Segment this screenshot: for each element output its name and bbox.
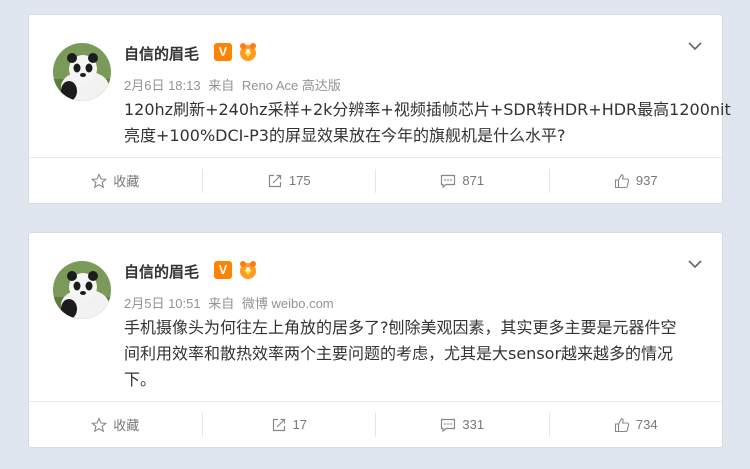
- repost-button[interactable]: 175: [203, 168, 376, 193]
- verified-v-icon: V: [214, 261, 232, 279]
- source-prefix: 来自: [208, 296, 235, 311]
- post-card: 自信的眉毛 V 2月6日 18:13 来自 Reno Ace 高达版 120hz…: [28, 14, 731, 204]
- content-line: 下。: [124, 370, 157, 389]
- star-icon: [91, 172, 108, 188]
- favorite-label: 收藏: [113, 174, 140, 189]
- avatar[interactable]: [53, 261, 111, 319]
- comment-icon: [441, 418, 456, 432]
- post-card: 自信的眉毛 V 2月5日 10:51 来自 微博 weibo.com 手机摄像头…: [28, 232, 723, 448]
- comment-button[interactable]: 871: [376, 168, 550, 193]
- action-bar: 收藏 175 871 937: [29, 157, 722, 203]
- thumbs-up-icon: [614, 417, 630, 432]
- author-name[interactable]: 自信的眉毛: [124, 261, 199, 282]
- favorite-button[interactable]: 收藏: [29, 412, 203, 437]
- star-icon: [91, 416, 108, 432]
- avatar[interactable]: [53, 43, 111, 101]
- author-name[interactable]: 自信的眉毛: [124, 43, 199, 64]
- action-bar: 收藏 17 331 734: [29, 401, 722, 447]
- repost-count: 175: [288, 173, 311, 188]
- post-content: 120hz刷新+240hz采样+2k分辨率+视频插帧芯片+SDR转HDR+HDR…: [124, 97, 731, 149]
- post-source: 微博 weibo.com: [241, 296, 334, 311]
- chevron-down-icon[interactable]: [686, 255, 704, 273]
- fan-badge-icon: [240, 261, 256, 279]
- favorite-button[interactable]: 收藏: [29, 168, 203, 193]
- comment-icon: [441, 174, 456, 188]
- thumbs-up-icon: [614, 173, 630, 188]
- comment-button[interactable]: 331: [376, 412, 550, 437]
- source-prefix: 来自: [208, 78, 235, 93]
- post-source: Reno Ace 高达版: [241, 78, 341, 93]
- repost-icon: [268, 174, 281, 187]
- repost-button[interactable]: 17: [203, 412, 376, 437]
- like-button[interactable]: 937: [550, 169, 723, 193]
- favorite-label: 收藏: [113, 418, 140, 433]
- chevron-down-icon[interactable]: [686, 37, 704, 55]
- post-date[interactable]: 2月5日 10:51: [124, 296, 201, 311]
- comment-count: 331: [462, 417, 485, 432]
- verified-v-icon: V: [214, 43, 232, 61]
- comment-count: 871: [462, 173, 485, 188]
- panda-avatar-image: [53, 261, 111, 319]
- post-content: 手机摄像头为何往左上角放的居多了?刨除美观因素，其实更多主要是元器件空 间利用效…: [124, 315, 714, 393]
- repost-icon: [272, 418, 285, 431]
- content-line: 手机摄像头为何往左上角放的居多了?刨除美观因素，其实更多主要是元器件空: [124, 318, 677, 337]
- weibo-feed: 自信的眉毛 V 2月6日 18:13 来自 Reno Ace 高达版 120hz…: [0, 0, 750, 469]
- content-line: 间利用效率和散热效率两个主要问题的考虑，尤其是大sensor越来越多的情况: [124, 344, 674, 363]
- like-count: 734: [635, 417, 658, 432]
- fan-badge-icon: [240, 43, 256, 61]
- like-count: 937: [635, 173, 658, 188]
- panda-avatar-image: [53, 43, 111, 101]
- post-meta: 2月5日 10:51 来自 微博 weibo.com: [124, 293, 338, 312]
- repost-count: 17: [292, 417, 307, 432]
- post-meta: 2月6日 18:13 来自 Reno Ace 高达版: [124, 75, 345, 94]
- post-date[interactable]: 2月6日 18:13: [124, 78, 201, 93]
- like-button[interactable]: 734: [550, 413, 723, 437]
- content-line: 亮度+100%DCI-P3的屏显效果放在今年的旗舰机是什么水平?: [124, 126, 566, 145]
- content-line: 120hz刷新+240hz采样+2k分辨率+视频插帧芯片+SDR转HDR+HDR…: [124, 100, 731, 119]
